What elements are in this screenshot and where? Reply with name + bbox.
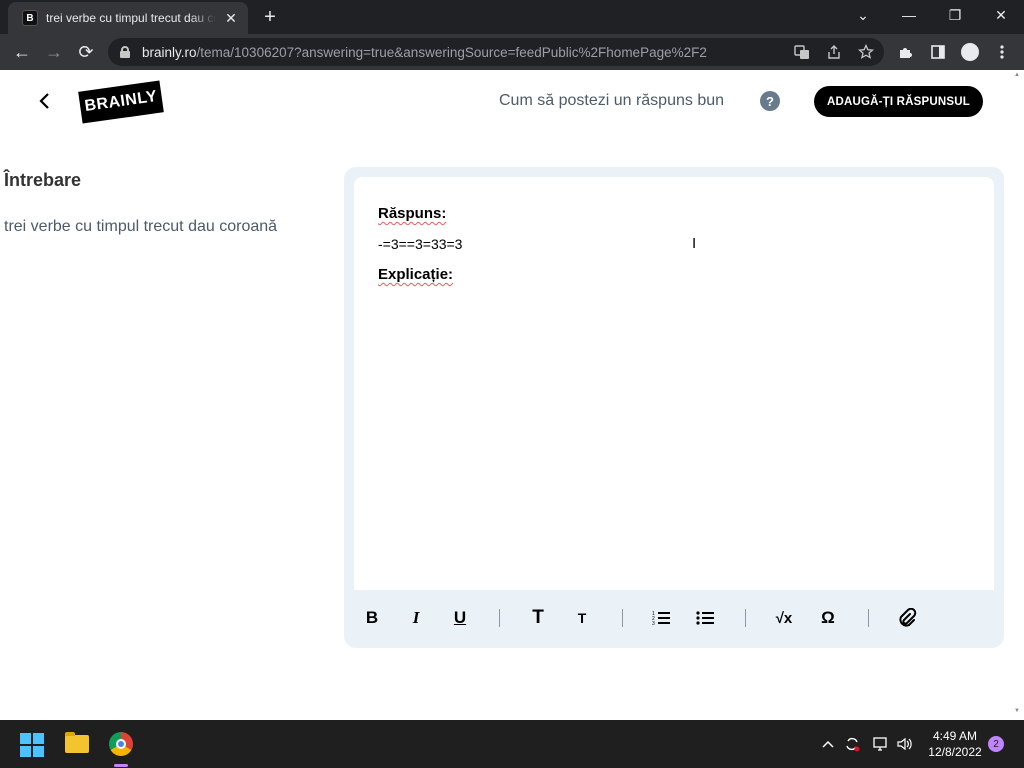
active-app-indicator [114, 764, 128, 767]
ordered-list-icon[interactable]: 123 [648, 605, 674, 631]
tab-title: trei verbe cu timpul trecut dau coroană [46, 11, 216, 25]
back-arrow-icon[interactable]: ← [8, 38, 36, 66]
windows-start-icon[interactable] [20, 733, 44, 757]
windows-taskbar: 4:49 AM 12/8/2022 2 [0, 720, 1024, 768]
heading-small-button[interactable]: T [569, 605, 595, 631]
clock-time: 4:49 AM [932, 729, 978, 743]
explanation-label: Explicație: [378, 266, 454, 283]
brainly-logo[interactable]: BRAINLY [78, 80, 164, 124]
scroll-down-arrow-icon[interactable]: ▼ [1014, 708, 1020, 714]
share-icon[interactable] [824, 42, 844, 62]
close-window-button[interactable]: ✕ [978, 0, 1024, 30]
chevron-left-icon[interactable] [32, 88, 56, 114]
formatting-toolbar: B I U T T 123 √x Ω [354, 597, 994, 639]
answer-text: -=3==3=33=3 [378, 236, 463, 252]
toolbar-divider [499, 609, 500, 627]
question-text: trei verbe cu timpul trecut dau coroană [4, 218, 278, 235]
chrome-icon[interactable] [103, 726, 139, 762]
translate-icon[interactable] [792, 42, 812, 62]
bold-button[interactable]: B [359, 605, 385, 631]
restore-button[interactable]: ❐ [932, 0, 978, 30]
toolbar-divider [868, 609, 869, 627]
address-bar[interactable]: brainly.ro/tema/10306207?answering=true&… [108, 38, 884, 66]
forward-arrow-icon[interactable]: → [40, 38, 68, 66]
clock-date: 12/8/2022 [928, 745, 982, 759]
bookmark-star-icon[interactable] [856, 42, 876, 62]
italic-button[interactable]: I [403, 605, 429, 631]
lock-icon[interactable] [120, 46, 130, 58]
tab-search-button[interactable]: ⌄ [840, 0, 886, 30]
side-panel-icon[interactable] [926, 40, 950, 64]
howto-answer-link[interactable]: Cum să postezi un răspuns bun [499, 92, 724, 110]
toolbar-divider [745, 609, 746, 627]
browser-tab[interactable]: B trei verbe cu timpul trecut dau coroan… [8, 2, 248, 34]
file-explorer-icon[interactable] [59, 726, 95, 762]
attachment-paperclip-icon[interactable] [894, 605, 920, 631]
profile-avatar-icon[interactable] [961, 43, 979, 61]
answer-label: Răspuns: [378, 205, 447, 222]
help-question-icon[interactable]: ? [760, 91, 780, 111]
reload-icon[interactable]: ⟳ [72, 38, 100, 66]
text-cursor-icon: I [692, 235, 697, 252]
scroll-up-arrow-icon[interactable]: ▲ [1014, 72, 1020, 78]
url-text[interactable]: brainly.ro/tema/10306207?answering=true&… [142, 45, 782, 60]
chevron-up-icon[interactable] [818, 734, 838, 754]
volume-icon[interactable] [894, 734, 914, 754]
add-answer-button[interactable]: ADAUGĂ-ȚI RĂSPUNSUL [814, 86, 983, 117]
svg-text:3: 3 [652, 621, 655, 626]
more-menu-icon[interactable] [990, 40, 1014, 64]
underline-button[interactable]: U [447, 605, 473, 631]
new-tab-button[interactable]: + [258, 6, 282, 28]
minimize-button[interactable]: — [886, 0, 932, 30]
sync-icon[interactable] [842, 734, 862, 754]
answer-editor[interactable]: Răspuns: -=3==3=33=3 Explicație: I [354, 177, 994, 590]
toolbar-divider [622, 609, 623, 627]
site-header: BRAINLY Cum să postezi un răspuns bun ? … [0, 70, 1014, 132]
close-tab-icon[interactable]: ✕ [222, 9, 240, 27]
heading-large-button[interactable]: T [525, 605, 551, 631]
notification-badge[interactable]: 2 [988, 736, 1004, 752]
bullet-list-icon[interactable] [692, 605, 718, 631]
math-button[interactable]: √x [771, 605, 797, 631]
special-chars-button[interactable]: Ω [815, 605, 841, 631]
question-heading: Întrebare [4, 170, 82, 190]
brainly-favicon-icon: B [22, 10, 38, 26]
network-icon[interactable] [870, 734, 890, 754]
answer-editor-container: Răspuns: -=3==3=33=3 Explicație: I B I U… [344, 167, 1004, 648]
browser-toolbar: ← → ⟳ brainly.ro/tema/10306207?answering… [0, 34, 1024, 70]
system-clock[interactable]: 4:49 AM 12/8/2022 [920, 728, 990, 760]
extensions-puzzle-icon[interactable] [894, 40, 918, 64]
browser-tab-bar: B trei verbe cu timpul trecut dau coroan… [0, 0, 1024, 34]
